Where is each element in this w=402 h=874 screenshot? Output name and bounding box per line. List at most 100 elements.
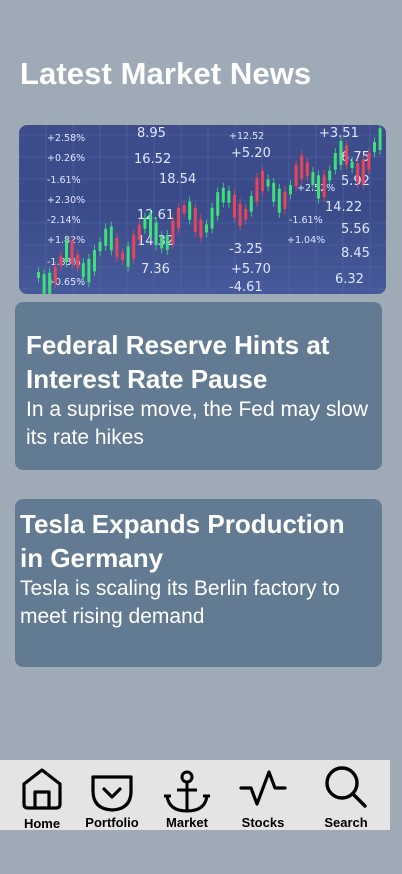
nav-item-portfolio[interactable]: Portfolio <box>80 760 144 830</box>
ticker-label: +3.51 <box>319 126 359 141</box>
ticker-label: 8.95 <box>137 126 166 141</box>
candle-body <box>311 172 315 186</box>
candle-body <box>171 220 175 245</box>
candle-body <box>70 240 74 264</box>
ticker-label: 6.32 <box>335 272 364 287</box>
candle-body <box>317 175 320 199</box>
candle-body <box>121 252 124 260</box>
candle-body <box>149 213 152 236</box>
candle-body <box>333 153 337 170</box>
bottom-navigation: Home Portfolio Market Stocks Search <box>0 760 390 831</box>
ticker-label: -3.25 <box>229 242 263 257</box>
ticker-label: +0.26% <box>47 153 85 164</box>
candle-body <box>98 242 102 252</box>
ticker-label: 5.56 <box>341 222 370 237</box>
ticker-label: +5.20 <box>231 146 271 161</box>
nav-item-search[interactable]: Search <box>315 760 377 830</box>
ticker-label: 8.45 <box>341 246 370 261</box>
candle-body <box>160 236 164 249</box>
nav-label: Market <box>166 815 208 830</box>
news-card[interactable]: Federal Reserve Hints at Interest Rate P… <box>15 302 382 470</box>
candle-body <box>137 224 141 241</box>
news-headline: Federal Reserve Hints at Interest Rate P… <box>26 330 330 394</box>
candle-body <box>104 228 108 246</box>
candle-body <box>244 208 248 220</box>
candle-body <box>272 183 276 202</box>
candle-body <box>53 266 57 284</box>
search-icon <box>325 766 367 808</box>
ticker-label: 12.61 <box>137 208 174 223</box>
candle-body <box>294 164 298 187</box>
ticker-label: +5.70 <box>231 262 271 277</box>
news-headline: Tesla Expands Production in Germany <box>20 509 345 573</box>
candle-body <box>361 160 365 185</box>
candle-body <box>378 128 382 150</box>
hero-stock-chart-image[interactable]: +2.58%+0.26%-1.61%+2.30%-2.14%+1.82%-1.8… <box>19 125 386 294</box>
ticker-label: +0.65% <box>47 277 85 288</box>
candle-body <box>199 219 203 238</box>
candle-body <box>132 234 136 259</box>
nav-item-stocks[interactable]: Stocks <box>234 760 292 830</box>
candle-body <box>165 235 169 250</box>
pocket-icon <box>91 775 133 812</box>
candle-body <box>328 170 332 181</box>
nav-label: Portfolio <box>85 815 139 830</box>
news-summary: In a suprise move, the Fed may slow its … <box>26 398 368 449</box>
candle-body <box>210 207 214 229</box>
candle-body <box>115 238 119 257</box>
nav-item-home[interactable]: Home <box>14 760 70 831</box>
candle-body <box>233 194 236 218</box>
nav-label: Search <box>324 815 368 830</box>
candle-body <box>205 224 208 233</box>
candle-body <box>76 254 80 268</box>
anchor-icon <box>164 770 210 813</box>
candle-body <box>266 179 270 187</box>
candle-body <box>373 142 376 153</box>
candle-body <box>143 217 147 229</box>
candle-body <box>188 201 192 220</box>
nav-label: Stocks <box>241 815 285 830</box>
candle-body <box>339 141 343 166</box>
candle-body <box>87 258 91 283</box>
ticker-label: 7.36 <box>141 262 170 277</box>
nav-label: Home <box>23 816 61 831</box>
candle-body <box>305 162 309 176</box>
ticker-label: -4.61 <box>229 280 263 294</box>
page-title: Latest Market News <box>20 56 312 91</box>
candle-body <box>283 191 287 209</box>
home-icon <box>22 768 62 810</box>
candle-body <box>109 226 113 251</box>
ticker-label: +2.30% <box>47 195 85 206</box>
news-card[interactable]: Tesla Expands Production in Germany Tesl… <box>15 499 382 667</box>
ticker-label: -2.14% <box>47 215 81 226</box>
ticker-label: -1.61% <box>47 175 81 186</box>
candle-body <box>42 274 46 294</box>
candle-body <box>93 250 96 272</box>
candle-body <box>289 185 292 195</box>
candle-body <box>322 175 326 198</box>
candle-body <box>216 192 220 216</box>
candle-body <box>227 190 231 203</box>
candle-body <box>37 272 40 278</box>
candle-body <box>193 207 197 232</box>
candle-body <box>182 205 186 214</box>
candle-body <box>126 246 130 267</box>
candle-body <box>154 222 158 246</box>
ticker-label: -1.83% <box>47 257 81 268</box>
candle-body <box>221 187 225 203</box>
activity-icon <box>239 770 287 806</box>
candle-body <box>350 161 354 168</box>
nav-item-market[interactable]: Market <box>158 760 216 830</box>
stock-chart-graphic: +2.58%+0.26%-1.61%+2.30%-2.14%+1.82%-1.8… <box>19 125 386 294</box>
ticker-label: -1.61% <box>289 215 323 226</box>
candle-body <box>48 272 52 294</box>
candle-body <box>367 153 371 170</box>
candle-body <box>238 203 242 226</box>
candle-body <box>249 196 253 212</box>
news-summary: Tesla is scaling its Berlin factory to m… <box>20 577 340 628</box>
ticker-label: +1.04% <box>287 235 325 246</box>
candle-body <box>65 240 68 263</box>
ticker-label: +12.52 <box>229 131 264 142</box>
candle-body <box>59 255 63 266</box>
ticker-label: +2.58% <box>47 133 85 144</box>
